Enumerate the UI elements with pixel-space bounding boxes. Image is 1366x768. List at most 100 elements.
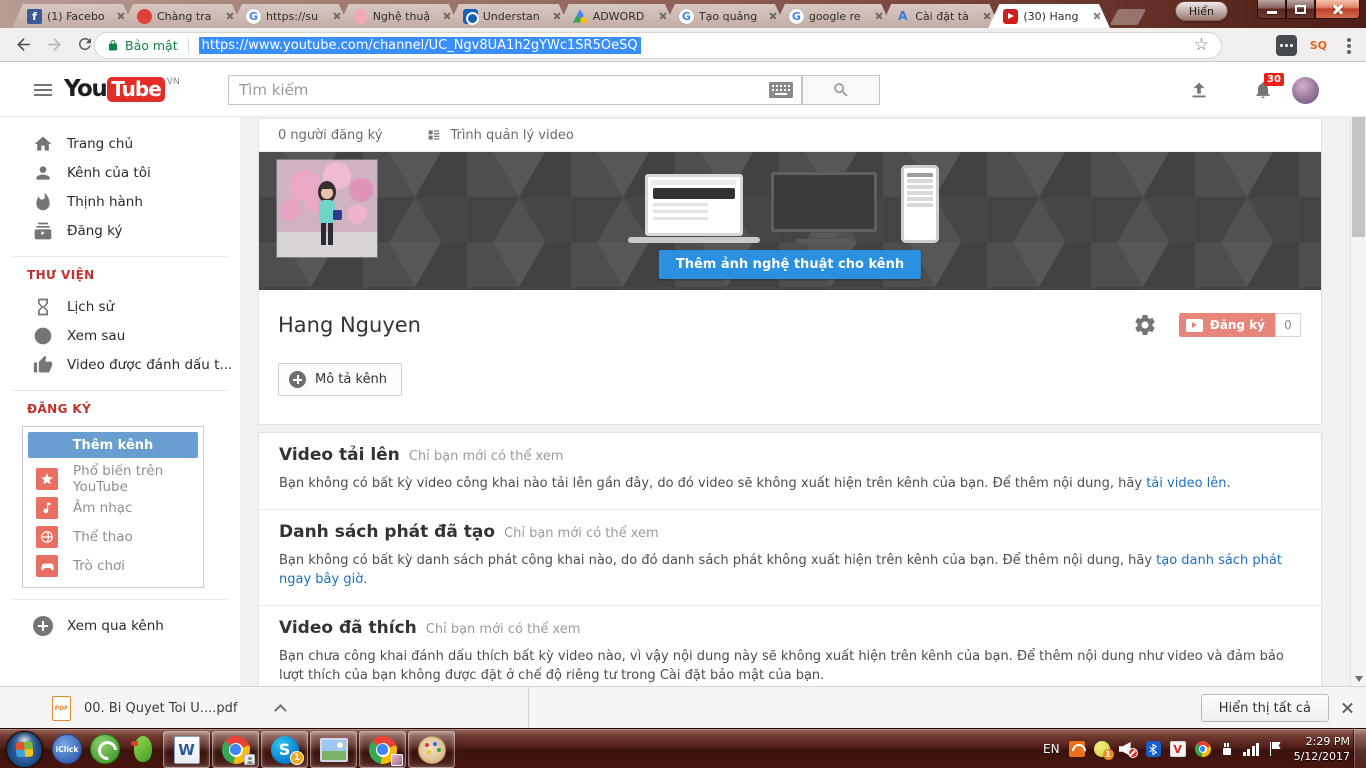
close-download-bar-icon[interactable] — [1340, 700, 1355, 715]
taskbar-paint[interactable] — [408, 731, 455, 768]
new-tab-button[interactable] — [1109, 9, 1147, 25]
search-button[interactable] — [802, 75, 880, 105]
browse-channels[interactable]: Xem qua kênh — [0, 611, 240, 641]
tab-youtube-active[interactable]: (30) Hang — [988, 4, 1110, 28]
tab-support[interactable]: Ghttps://su — [231, 4, 350, 28]
subscribe-button[interactable]: Đăng ký — [1178, 313, 1275, 337]
sidebar-item-trending[interactable]: Thịnh hành — [0, 187, 240, 216]
lock-icon — [109, 40, 117, 51]
phone-illustration — [901, 165, 939, 243]
divider — [12, 390, 228, 391]
channel-description-button[interactable]: Mô tả kênh — [278, 363, 403, 396]
section-body: Bạn không có bất kỳ video công khai nào … — [279, 476, 1231, 491]
coccoc-icon — [90, 734, 120, 764]
taskbar-chrome-profile[interactable] — [359, 731, 406, 768]
taskbar-coccoc[interactable] — [86, 729, 124, 768]
download-bar: PDF 00. Bi Quyet Toi U....pdf Hiển thị t… — [0, 686, 1366, 728]
channel-avatar[interactable] — [277, 160, 377, 257]
chrome-tray-icon[interactable] — [1194, 741, 1211, 757]
address-bar[interactable]: Bảo mật https://www.youtube.com/channel/… — [94, 32, 1222, 59]
paint-palette-icon — [417, 735, 446, 764]
tab-facebook[interactable]: f (1) Facebo — [12, 4, 134, 28]
power-plug-icon[interactable] — [1220, 741, 1234, 757]
minimize-button[interactable] — [1257, 0, 1286, 19]
tab-strip: f (1) Facebo Chàng tra Ghttps://su Nghệ t… — [12, 4, 1147, 28]
add-channel-button[interactable]: Thêm kênh — [28, 432, 198, 458]
bookmark-star-icon[interactable]: ☆ — [1194, 37, 1209, 54]
flame-icon — [36, 192, 50, 210]
page-scrollbar[interactable] — [1350, 62, 1366, 686]
google-icon: G — [679, 9, 694, 24]
taskbar-clock[interactable]: 2:29 PM 5/12/2017 — [1294, 734, 1350, 765]
volume-muted-icon[interactable] — [1118, 741, 1138, 758]
taskbar-parrot-app[interactable] — [124, 729, 162, 768]
sidebar-item-music[interactable]: Âm nhạc — [23, 493, 203, 522]
upload-video-link[interactable]: tải video lên — [1146, 476, 1226, 491]
taskbar-word[interactable]: W — [163, 731, 210, 768]
account-icon — [36, 165, 50, 180]
taskbar-skype[interactable]: S1 — [261, 731, 308, 768]
sidebar-item-liked-videos[interactable]: Video được đánh dấu t... — [0, 350, 240, 379]
tab-cai-dat[interactable]: A Cài đặt tà — [880, 4, 1000, 28]
maximize-button[interactable] — [1286, 0, 1315, 19]
sidebar-item-subscriptions[interactable]: Đăng ký — [0, 216, 240, 245]
extension-dots-icon[interactable] — [1275, 35, 1297, 56]
search-input[interactable] — [229, 81, 769, 99]
tab-chang-trai[interactable]: Chàng tra — [122, 4, 243, 28]
account-avatar[interactable] — [1292, 77, 1319, 104]
taskbar-photo-viewer[interactable] — [310, 731, 357, 768]
browser-menu-icon[interactable] — [1347, 43, 1351, 48]
section-title: Danh sách phát đã tạo — [279, 521, 496, 542]
tab-understand[interactable]: Understan — [448, 4, 570, 28]
channel-sections-card: Video tải lên Chỉ bạn mới có thể xem Bạn… — [258, 432, 1322, 702]
add-channel-art-button[interactable]: Thêm ảnh nghệ thuật cho kênh — [658, 250, 922, 279]
language-indicator[interactable]: EN — [1043, 742, 1060, 756]
antivirus-icon[interactable]: V — [1169, 741, 1186, 757]
bluetooth-icon[interactable] — [1145, 741, 1161, 757]
hamburger-menu-icon[interactable] — [34, 84, 52, 86]
gear-icon[interactable] — [1133, 313, 1157, 337]
tab-nghe-thuat[interactable]: Nghệ thuậ — [338, 4, 460, 28]
subscriptions-box: Thêm kênh Phổ biến trên YouTube Âm nhạc … — [22, 426, 204, 588]
start-button[interactable] — [6, 730, 43, 768]
notifications-bell[interactable]: 30 — [1253, 73, 1284, 100]
sq-extension-icon[interactable]: SQ — [1310, 39, 1327, 52]
section-visibility-note: Chỉ bạn mới có thể xem — [504, 525, 659, 541]
reload-button[interactable] — [76, 35, 94, 53]
channel-name-row: Hang Nguyen Đăng ký 0 — [259, 290, 1321, 337]
sidebar-item-gaming[interactable]: Trò chơi — [23, 551, 203, 580]
tab-adwords[interactable]: ADWORD — [558, 4, 676, 28]
action-center-flag-icon[interactable] — [1269, 741, 1282, 757]
url-text[interactable]: https://www.youtube.com/channel/UC_Ngv8U… — [198, 37, 641, 54]
taskbar-chrome[interactable] — [212, 731, 259, 768]
downloaded-file[interactable]: PDF 00. Bi Quyet Toi U....pdf — [52, 695, 288, 721]
tab-tao-quang-cao[interactable]: G Tạo quảng — [664, 4, 786, 28]
minimize-icon — [1266, 11, 1277, 14]
network-signal-icon[interactable] — [1242, 742, 1260, 757]
update-icon[interactable]: 1 — [1093, 741, 1114, 760]
show-desktop-button[interactable] — [1353, 729, 1366, 768]
hien-overlay-button[interactable]: Hiển — [1174, 1, 1228, 21]
tab-google-re[interactable]: Ggoogle re — [774, 4, 892, 28]
sidebar-item-my-channel[interactable]: Kênh của tôi — [0, 158, 240, 187]
unikey-icon[interactable] — [1068, 741, 1085, 757]
sidebar-item-popular[interactable]: Phổ biến trên YouTube — [23, 463, 203, 495]
show-all-downloads-button[interactable]: Hiển thị tất cả — [1200, 694, 1329, 722]
keyboard-icon[interactable] — [769, 82, 793, 98]
upload-icon[interactable] — [1188, 79, 1210, 101]
tab-close-icon[interactable] — [1090, 9, 1104, 23]
forward-button[interactable] — [45, 35, 64, 54]
grid-icon — [429, 130, 440, 140]
back-button[interactable] — [14, 35, 33, 54]
search-icon — [834, 83, 848, 97]
chevron-up-icon[interactable] — [274, 704, 288, 717]
youtube-logo[interactable]: You Tube VN — [64, 77, 180, 102]
sidebar-item-history[interactable]: Lịch sử — [0, 292, 240, 321]
sidebar-item-sports[interactable]: Thể thao — [23, 522, 203, 551]
sidebar-item-home[interactable]: Trang chủ — [0, 129, 240, 158]
taskbar-iclick[interactable]: iClick — [48, 729, 86, 768]
video-manager-link[interactable]: Trình quản lý video — [426, 127, 574, 143]
close-button[interactable] — [1315, 0, 1360, 19]
sidebar-item-watch-later[interactable]: Xem sau — [0, 321, 240, 350]
scroll-down-arrow[interactable] — [1355, 676, 1363, 682]
